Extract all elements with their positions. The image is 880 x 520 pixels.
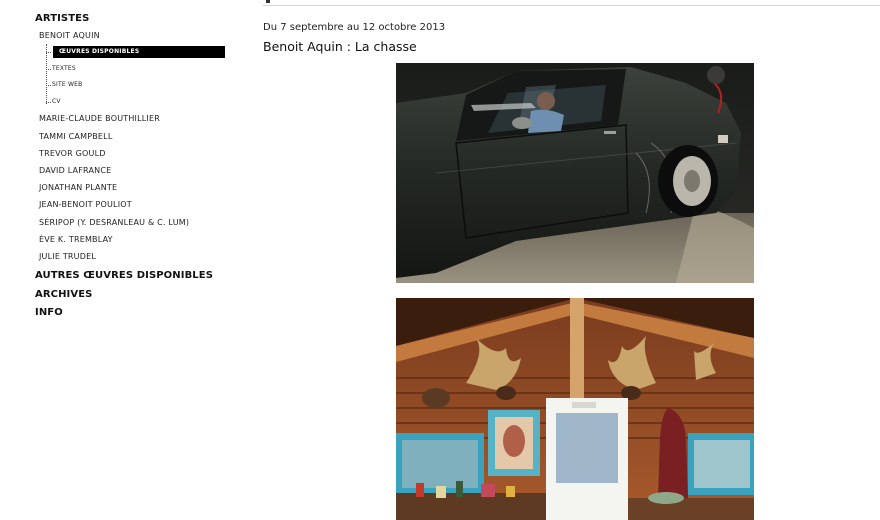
sidebar-nav: ARTISTES BENOIT AQUIN ŒUVRES DISPONIBLES… [0, 0, 240, 520]
car-photo-illustration [396, 63, 754, 283]
artist-julie-trudel[interactable]: JULIE TRUDEL [39, 252, 96, 261]
submenu-connector [46, 52, 51, 53]
nav-info[interactable]: INFO [35, 307, 63, 318]
submenu-cv[interactable]: CV [52, 98, 61, 105]
artist-eve-k-tremblay[interactable]: ÈVE K. TREMBLAY [39, 235, 113, 244]
artist-seripop[interactable]: SÉRIPOP (Y. DESRANLEAU & C. LUM) [39, 218, 189, 227]
nav-archives[interactable]: ARCHIVES [35, 289, 92, 300]
submenu-oeuvres-disponibles[interactable]: ŒUVRES DISPONIBLES [53, 46, 225, 58]
top-divider [263, 0, 880, 6]
submenu-tree-line [46, 44, 47, 104]
nav-artistes[interactable]: ARTISTES [35, 13, 89, 24]
artist-trevor-gould[interactable]: TREVOR GOULD [39, 149, 106, 158]
artist-jonathan-plante[interactable]: JONATHAN PLANTE [39, 183, 117, 192]
exhibition-dates: Du 7 septembre au 12 octobre 2013 [263, 22, 446, 33]
submenu-connector [46, 102, 51, 103]
artwork-photo-car[interactable] [396, 63, 754, 283]
artwork-photo-cabin[interactable] [396, 298, 754, 520]
submenu-connector [46, 69, 51, 70]
submenu-textes[interactable]: TEXTES [52, 65, 76, 72]
cabin-photo-illustration [396, 298, 754, 520]
top-divider-tick [266, 0, 270, 3]
submenu-site-web[interactable]: SITE WEB [52, 81, 82, 88]
artist-submenu: ŒUVRES DISPONIBLES TEXTES SITE WEB CV [46, 44, 228, 106]
artist-benoit-aquin[interactable]: BENOIT AQUIN [39, 31, 100, 40]
nav-autres-oeuvres[interactable]: AUTRES ŒUVRES DISPONIBLES [35, 270, 213, 281]
exhibition-title: Benoit Aquin : La chasse [263, 39, 417, 54]
artist-jean-benoit-pouliot[interactable]: JEAN-BENOIT POULIOT [39, 200, 132, 209]
artist-marie-claude-bouthillier[interactable]: MARIE-CLAUDE BOUTHILLIER [39, 114, 160, 123]
submenu-connector [46, 85, 51, 86]
artist-david-lafrance[interactable]: DAVID LAFRANCE [39, 166, 111, 175]
artist-tammi-campbell[interactable]: TAMMI CAMPBELL [39, 132, 113, 141]
